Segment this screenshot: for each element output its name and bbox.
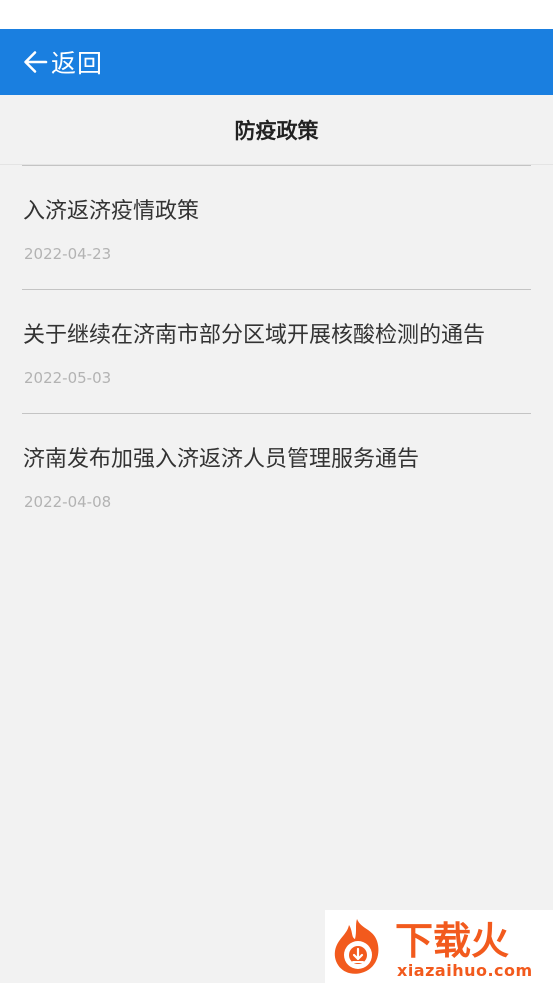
list-item-title: 济南发布加强入济返济人员管理服务通告: [23, 447, 420, 472]
list-item-title: 入济返济疫情政策: [23, 199, 200, 224]
page-title-bar: 防疫政策: [0, 95, 553, 165]
status-bar: [0, 0, 553, 29]
list-item-title: 关于继续在济南市部分区域开展核酸检测的通告: [23, 323, 486, 348]
list-item-date: 2022-04-08: [24, 493, 112, 511]
watermark-wordmark: 下载火 xiazaihuo.com: [395, 919, 533, 980]
policy-list: 入济返济疫情政策 2022-04-23 关于继续在济南市部分区域开展核酸检测的通…: [22, 165, 531, 537]
page-title: 防疫政策: [234, 118, 319, 143]
list-item[interactable]: 入济返济疫情政策 2022-04-23: [22, 165, 531, 289]
back-button[interactable]: 返回: [22, 42, 103, 82]
list-item[interactable]: 关于继续在济南市部分区域开展核酸检测的通告 2022-05-03: [22, 289, 531, 413]
list-item-date: 2022-05-03: [24, 369, 112, 387]
list-item-date: 2022-04-23: [24, 245, 112, 263]
watermark-brand: 下载火: [395, 919, 509, 963]
flame-logo-icon: [334, 918, 379, 974]
list-item[interactable]: 济南发布加强入济返济人员管理服务通告 2022-04-08: [22, 413, 531, 537]
app-header: 返回: [0, 29, 553, 95]
back-label: 返回: [51, 49, 104, 78]
watermark-site: xiazaihuo.com: [397, 961, 533, 980]
watermark: 下载火 xiazaihuo.com: [325, 910, 553, 983]
arrow-left-icon: [24, 51, 48, 73]
